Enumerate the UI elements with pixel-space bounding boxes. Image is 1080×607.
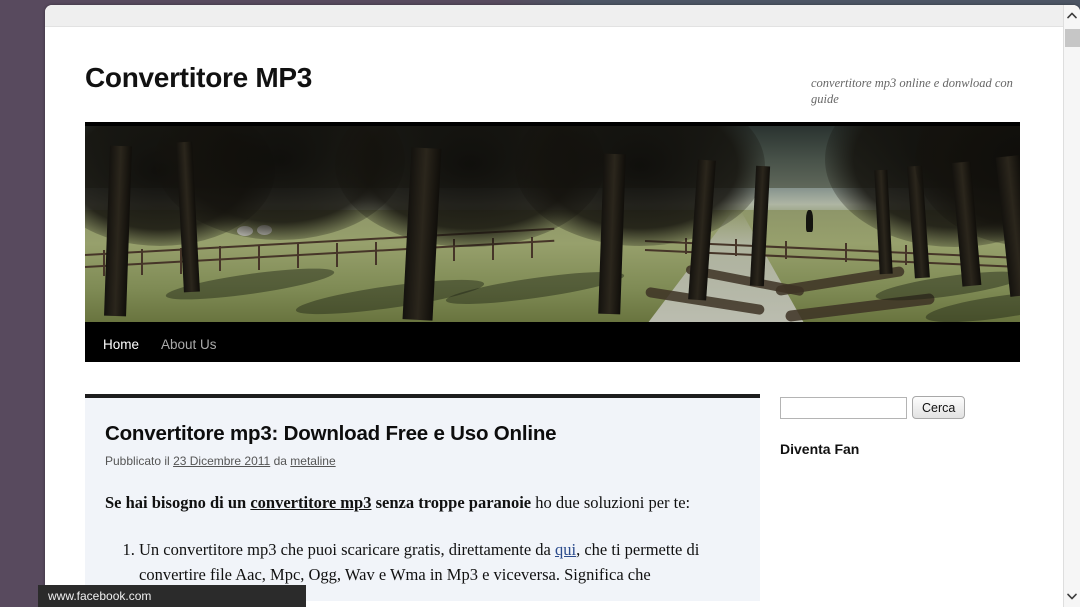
lead-text-1: Se hai bisogno di un [105,493,251,512]
chevron-up-icon [1067,12,1077,19]
list-item: Un convertitore mp3 che puoi scaricare g… [139,537,738,587]
widget-title-diventa-fan: Diventa Fan [780,441,860,457]
sidebar: Cerca Diventa Fan [760,394,1000,601]
main-navigation: Home About Us [85,326,1020,362]
banner-image [85,122,1020,326]
browser-window: Convertitore MP3 convertitore mp3 online… [45,5,1080,607]
post-list: Un convertitore mp3 che puoi scaricare g… [105,537,738,587]
post-lead-paragraph: Se hai bisogno di un convertitore mp3 se… [105,490,738,515]
scroll-up-button[interactable] [1064,7,1080,24]
website-root: Convertitore MP3 convertitore mp3 online… [45,27,1063,601]
post-article: Convertitore mp3: Download Free e Uso On… [85,394,760,601]
vertical-scrollbar[interactable] [1063,5,1080,607]
list-item-link-qui[interactable]: qui [555,540,576,559]
post-body: Se hai bisogno di un convertitore mp3 se… [105,490,738,587]
post-date-link[interactable]: 23 Dicembre 2011 [173,454,270,468]
post-meta-by: da [273,454,287,468]
nav-item-about-us[interactable]: About Us [161,337,217,352]
scroll-down-button[interactable] [1064,588,1080,605]
site-title[interactable]: Convertitore MP3 [85,62,312,94]
site-header: Convertitore MP3 convertitore mp3 online… [65,27,1043,122]
browser-chrome-strip [45,5,1080,27]
banner-fence [85,227,555,288]
main-columns: Convertitore mp3: Download Free e Uso On… [85,394,1020,601]
banner-photo [85,126,1020,322]
search-form: Cerca [780,396,1000,419]
list-item-text-before: Un convertitore mp3 che puoi scaricare g… [139,540,555,559]
lead-link-convertitore-mp3[interactable]: convertitore mp3 [250,493,371,512]
chevron-down-icon [1067,593,1077,600]
site-description: convertitore mp3 online e donwload con g… [811,76,1013,106]
nav-item-home[interactable]: Home [103,337,139,352]
scrollbar-thumb[interactable] [1065,29,1080,47]
search-input[interactable] [780,396,907,419]
post-author-link[interactable]: metaline [290,454,335,468]
post-meta: Pubblicato il 23 Dicembre 2011 da metali… [105,454,738,468]
banner-walker [806,210,813,232]
lead-text-3: ho due soluzioni per te: [531,493,691,512]
lead-text-2: senza troppe paranoie [371,493,532,512]
status-bar-url: www.facebook.com [48,589,152,603]
status-bar: www.facebook.com [38,585,306,607]
browser-viewport: Convertitore MP3 convertitore mp3 online… [45,27,1063,607]
search-submit-button[interactable]: Cerca [912,396,966,419]
post-meta-prefix: Pubblicato il [105,454,170,468]
post-title: Convertitore mp3: Download Free e Uso On… [105,422,557,445]
